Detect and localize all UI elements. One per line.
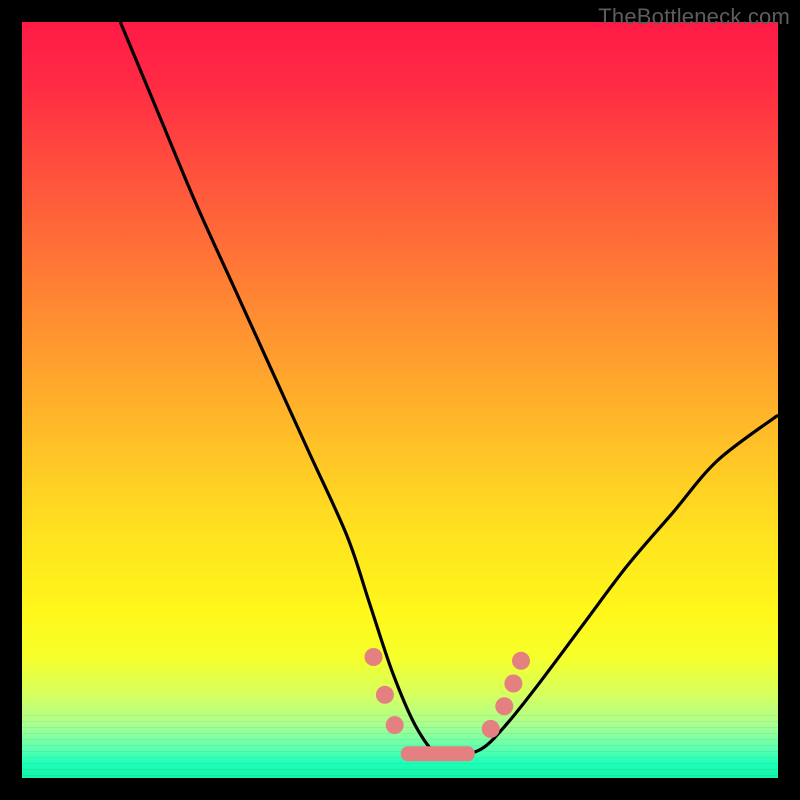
curve-group (120, 22, 778, 758)
chart-frame (22, 22, 778, 778)
curve-marker-dot (376, 686, 394, 704)
curve-marker-dot (512, 652, 530, 670)
curve-marker-dot (495, 697, 513, 715)
bottleneck-curve-path (120, 22, 778, 758)
curve-marker-dot (386, 716, 404, 734)
marker-group (365, 648, 531, 761)
curve-marker-dot (365, 648, 383, 666)
curve-marker-pill (401, 746, 475, 761)
bottleneck-curve-svg (22, 22, 778, 778)
green-band-stripes (22, 710, 778, 778)
curve-marker-dot (504, 675, 522, 693)
curve-marker-dot (482, 720, 500, 738)
